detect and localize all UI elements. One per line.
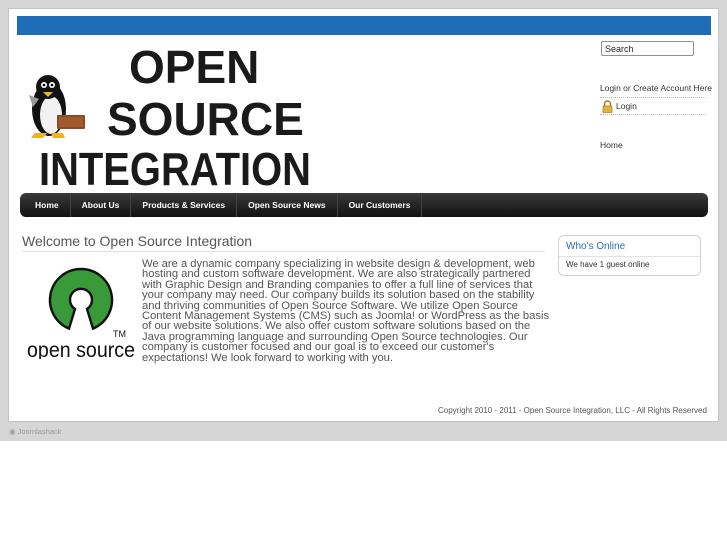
page-title: Welcome to Open Source Integration [22, 233, 545, 252]
logo-word-open: OPEN [129, 41, 259, 93]
nav-item-products-services[interactable]: Products & Services [131, 193, 238, 217]
footer-credit-label: Joomlashack [17, 427, 62, 436]
logo-word-source: SOURCE [107, 93, 304, 145]
logo-word-integration: INTEGRATION [39, 143, 311, 193]
login-create-account-link[interactable]: Login or Create Account Here [600, 83, 712, 93]
footer-credit-link[interactable]: ◉ Joomlashack [9, 427, 61, 436]
lock-icon [602, 100, 613, 113]
whos-online-title: Who's Online [566, 241, 626, 252]
nav-item-our-customers[interactable]: Our Customers [338, 193, 423, 217]
divider [559, 256, 700, 257]
home-link[interactable]: Home [600, 140, 623, 150]
nav-item-about-us[interactable]: About Us [71, 193, 132, 217]
login-button[interactable]: Login [616, 101, 637, 111]
top-bar [17, 16, 711, 35]
copyright-text: Copyright 2010 - 2011 - Open Source Inte… [438, 406, 707, 415]
search-input[interactable] [601, 41, 694, 56]
open-source-logo: TM open source [27, 267, 135, 359]
page-container: OPEN SOURCE INTEGRATION Login or Create … [8, 8, 719, 422]
intro-paragraph: We are a dynamic company specializing in… [142, 258, 550, 364]
penguin-icon [29, 75, 85, 138]
trademark-mark: TM [113, 329, 126, 339]
whos-online-module: Who's Online We have 1 guest online [558, 235, 701, 276]
joomlashack-icon: ◉ [9, 427, 16, 436]
keyhole-icon [48, 267, 114, 331]
open-source-logo-text: open source [27, 339, 135, 359]
login-row: Login [600, 97, 706, 115]
site-logo[interactable]: OPEN SOURCE INTEGRATION [19, 37, 315, 193]
whos-online-text: We have 1 guest online [566, 260, 650, 269]
nav-item-home[interactable]: Home [20, 193, 71, 217]
main-navigation: Home About Us Products & Services Open S… [20, 193, 708, 217]
nav-item-open-source-news[interactable]: Open Source News [237, 193, 338, 217]
